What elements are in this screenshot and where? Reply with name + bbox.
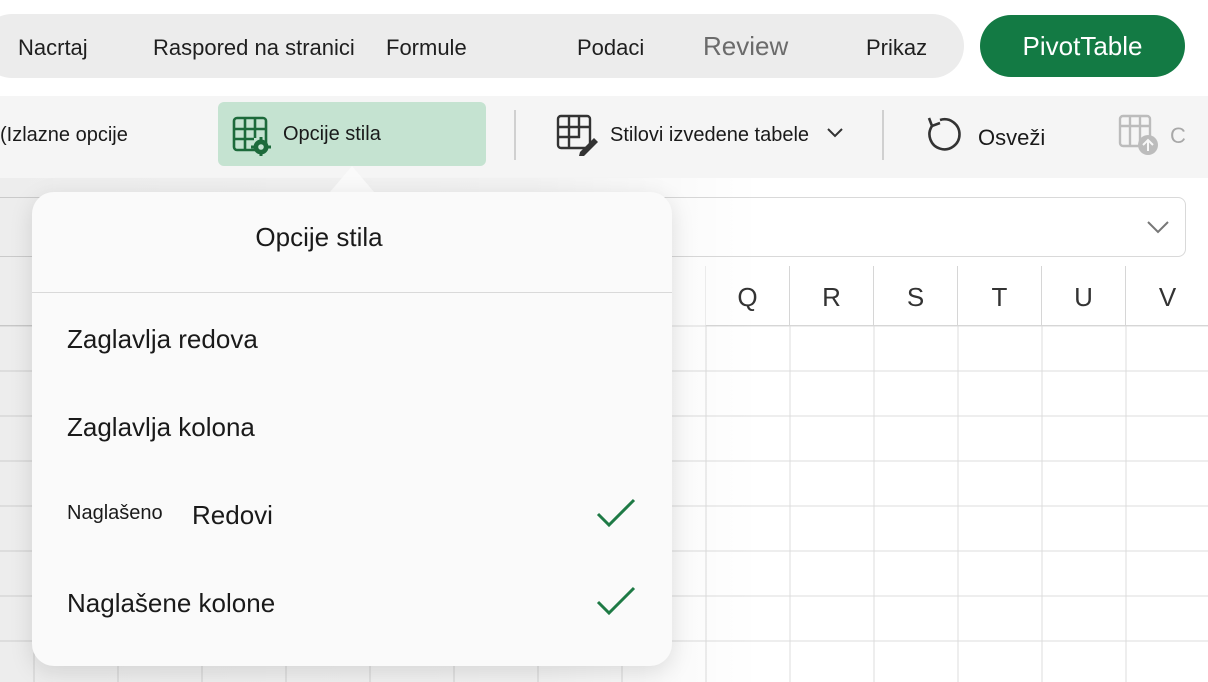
ribbon-divider [514, 110, 516, 160]
tab-formulas[interactable]: Formule [386, 28, 467, 68]
truncated-ribbon-button[interactable]: C [1118, 114, 1208, 158]
option-row-headers[interactable]: Zaglavlja redova [32, 300, 672, 380]
refresh-label: Osveži [978, 125, 1046, 150]
popover-title: Opcije stila [255, 222, 383, 252]
checkmark-icon [596, 586, 636, 618]
tab-view[interactable]: Prikaz [866, 28, 927, 68]
column-header[interactable]: V [1126, 266, 1208, 326]
style-options-popover: Opcije stila Zaglavlja redova Zaglavlja … [32, 192, 672, 666]
option-column-headers[interactable]: Zaglavlja kolona [32, 388, 672, 468]
column-header[interactable]: I [0, 266, 34, 326]
option-label: Naglašene kolone [67, 588, 276, 618]
column-header[interactable]: U [1042, 266, 1126, 326]
option-label: Zaglavlja redova [67, 324, 258, 354]
chevron-down-icon [826, 126, 844, 140]
option-label: Redovi [192, 500, 273, 530]
table-pencil-icon [556, 114, 598, 156]
option-label: Zaglavlja kolona [67, 412, 255, 442]
tab-bar: Nacrtaj Raspored na stranici Formule Pod… [0, 0, 1208, 96]
column-header[interactable]: Q [706, 266, 790, 326]
tab-strip [0, 14, 964, 78]
table-upload-icon [1118, 114, 1160, 156]
style-options-button[interactable]: Opcije stila [218, 102, 486, 166]
tab-review[interactable]: Review [703, 26, 788, 66]
refresh-button[interactable]: Osveži [924, 112, 1064, 160]
style-options-label: Opcije stila [283, 123, 381, 145]
pivot-styles-label: Stilovi izvedene tabele [610, 124, 810, 146]
table-gear-icon [232, 116, 272, 157]
option-label-prefix: Naglašeno [67, 502, 163, 524]
tab-data[interactable]: Podaci [577, 28, 644, 68]
column-header[interactable]: R [790, 266, 874, 326]
truncated-label: C [1170, 123, 1186, 148]
chevron-down-icon[interactable] [1145, 214, 1171, 240]
output-options-button[interactable]: (Izlazne opcije [0, 124, 128, 147]
ribbon-divider [882, 110, 884, 160]
ribbon: (Izlazne opcije Opcije stila Stilovi izv… [0, 96, 1208, 178]
option-banded-columns[interactable]: Naglašene kolone [32, 562, 672, 642]
popover-arrow [330, 166, 374, 192]
refresh-icon [924, 114, 964, 154]
checkmark-icon [596, 498, 636, 530]
pivot-styles-button[interactable]: Stilovi izvedene tabele [556, 114, 846, 158]
tab-pivottable[interactable]: PivotTable [980, 15, 1185, 77]
tab-page-layout[interactable]: Raspored na stranici [153, 28, 355, 68]
column-header[interactable]: T [958, 266, 1042, 326]
tab-draw[interactable]: Nacrtaj [18, 28, 88, 68]
option-banded-rows[interactable]: Naglašeno Redovi [32, 474, 672, 554]
column-header[interactable]: S [874, 266, 958, 326]
popover-divider [32, 292, 672, 293]
